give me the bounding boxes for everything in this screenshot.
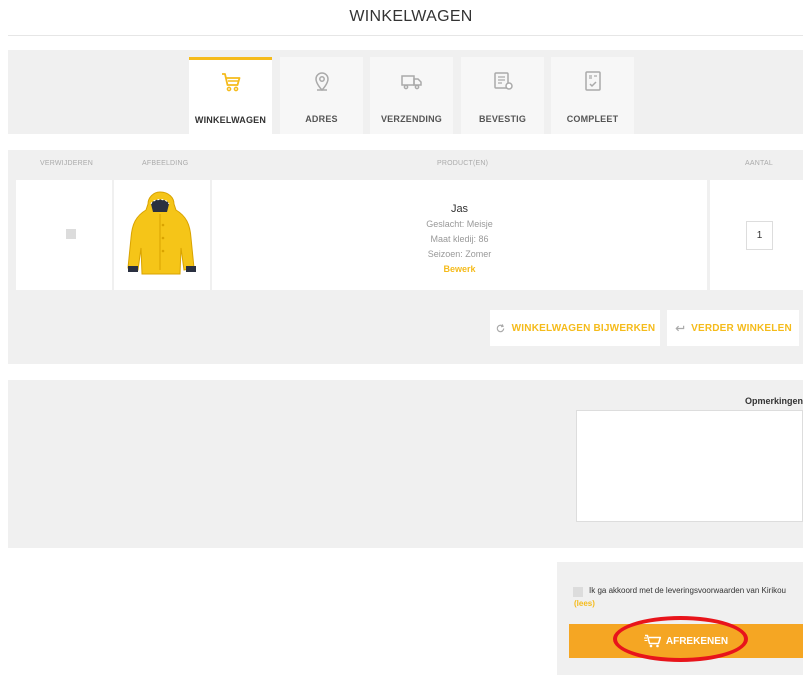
product-attribute: Seizoen: Zomer bbox=[427, 249, 492, 259]
step-compleet[interactable]: COMPLEET bbox=[551, 57, 634, 134]
remarks-label: Opmerkingen bbox=[744, 396, 803, 406]
step-label: COMPLEET bbox=[566, 114, 619, 124]
title-divider bbox=[8, 35, 803, 36]
step-label: ADRES bbox=[305, 114, 338, 124]
terms-checkbox[interactable] bbox=[573, 587, 583, 597]
terms-link[interactable]: (lees) bbox=[574, 599, 595, 608]
cart-icon bbox=[222, 73, 241, 92]
checkout-section: Ik ga akkoord met de leveringsvoorwaarde… bbox=[557, 562, 803, 675]
edit-link[interactable]: Bewerk bbox=[212, 262, 707, 277]
product-attribute: Geslacht: Meisje bbox=[426, 219, 493, 229]
remove-checkbox[interactable] bbox=[66, 229, 76, 239]
location-pin-icon bbox=[315, 72, 329, 92]
terms-label: Ik ga akkoord met de leveringsvoorwaarde… bbox=[589, 586, 786, 595]
product-attribute: Maat kledij: 86 bbox=[430, 234, 489, 244]
continue-shopping-button[interactable]: VERDER WINKELEN bbox=[667, 310, 799, 346]
remarks-section: Opmerkingen bbox=[8, 380, 803, 548]
step-verzending[interactable]: VERZENDING bbox=[370, 57, 453, 134]
remove-cell bbox=[16, 180, 112, 290]
cart-table: VERWIJDEREN AFBEELDING PRODUCT(EN) AANTA… bbox=[8, 150, 803, 364]
continue-shopping-label: VERDER WINKELEN bbox=[691, 322, 792, 334]
product-info: Jas Geslacht: Meisje Maat kledij: 86 Sei… bbox=[212, 202, 707, 277]
page-title: WINKELWAGEN bbox=[349, 8, 473, 25]
product-name[interactable]: Jas bbox=[212, 202, 707, 217]
document-check-icon bbox=[585, 71, 601, 91]
truck-icon bbox=[401, 75, 422, 90]
step-label: BEVESTIG bbox=[478, 114, 527, 124]
product-image[interactable] bbox=[114, 180, 210, 290]
step-adres[interactable]: ADRES bbox=[280, 57, 363, 134]
step-bevestig[interactable]: BEVESTIG bbox=[461, 57, 544, 134]
header-quantity: AANTAL bbox=[745, 160, 773, 167]
update-cart-button[interactable]: WINKELWAGEN BIJWERKEN bbox=[490, 310, 660, 346]
step-winkelwagen[interactable]: WINKELWAGEN bbox=[189, 57, 272, 134]
checkout-button[interactable]: AFREKENEN bbox=[569, 624, 803, 658]
receipt-icon bbox=[494, 72, 513, 90]
image-cell bbox=[114, 180, 210, 290]
header-image: AFBEELDING bbox=[142, 160, 189, 167]
return-arrow-icon bbox=[675, 325, 685, 331]
cart-icon bbox=[643, 634, 661, 648]
update-cart-label: WINKELWAGEN BIJWERKEN bbox=[511, 322, 656, 334]
product-cell: Jas Geslacht: Meisje Maat kledij: 86 Sei… bbox=[212, 180, 707, 290]
step-label: VERZENDING bbox=[380, 114, 442, 124]
quantity-cell: 1 bbox=[710, 180, 803, 290]
quantity-input[interactable]: 1 bbox=[746, 221, 773, 250]
refresh-icon bbox=[496, 323, 504, 332]
checkout-label: AFREKENEN bbox=[665, 635, 729, 647]
step-label: WINKELWAGEN bbox=[194, 115, 267, 125]
checkout-steps: WINKELWAGEN ADRES VERZENDING BEVESTIG CO… bbox=[8, 50, 803, 134]
header-product: PRODUCT(EN) bbox=[437, 160, 489, 167]
remarks-textarea[interactable] bbox=[576, 410, 803, 522]
header-remove: VERWIJDEREN bbox=[40, 160, 94, 167]
